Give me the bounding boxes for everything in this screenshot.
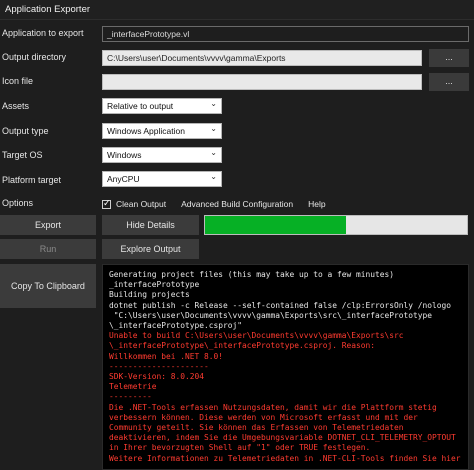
icon-file-browse-button[interactable]: ...: [429, 73, 469, 91]
output-type-label: Output type: [2, 126, 49, 136]
assets-label: Assets: [2, 101, 30, 111]
platform-target-select[interactable]: AnyCPU ⌄: [102, 171, 222, 187]
console-line: Weitere Informationen zu Telemetriedaten…: [109, 453, 461, 463]
console-line: dotnet publish -c Release --self-contain…: [109, 300, 452, 310]
chevron-down-icon: ⌄: [210, 99, 217, 108]
chevron-down-icon: ⌄: [210, 172, 217, 181]
console-line: deaktivieren, indem Sie die Umgebungsvar…: [109, 433, 456, 443]
progress-fill: [205, 216, 347, 234]
help-link[interactable]: Help: [308, 199, 325, 209]
assets-select-value: Relative to output: [107, 101, 174, 111]
console-line: Telemetrie: [109, 382, 157, 392]
output-type-select[interactable]: Windows Application ⌄: [102, 123, 222, 139]
chevron-down-icon: ⌄: [210, 148, 217, 157]
console-line: Generating project files (this may take …: [109, 270, 395, 279]
assets-select[interactable]: Relative to output ⌄: [102, 98, 222, 114]
console-line: SDK-Version: 8.0.204: [109, 372, 205, 382]
output-directory-field[interactable]: C:\Users\user\Documents\vvvv\gamma\Expor…: [102, 50, 422, 66]
console-line: Unable to build C:\Users\user\Documents\…: [109, 331, 404, 341]
console-line: \_interfacePrototype.csproj": [109, 321, 243, 331]
options-row: ✓ Clean Output Advanced Build Configurat…: [102, 197, 326, 211]
console-line: in Ihrer bevorzugten Shell auf "1" oder …: [109, 443, 371, 453]
output-directory-browse-button[interactable]: ...: [429, 49, 469, 67]
build-log-console[interactable]: Generating project files (this may take …: [102, 264, 469, 470]
application-to-export-field[interactable]: _interfacePrototype.vl: [102, 26, 469, 42]
console-line: Building projects: [109, 290, 190, 300]
console-line: _interfacePrototype: [109, 280, 200, 290]
platform-target-label: Platform target: [2, 175, 62, 185]
console-line: ---------------------: [109, 361, 209, 371]
run-button[interactable]: Run: [0, 239, 96, 259]
title-bar: Application Exporter: [0, 0, 474, 20]
icon-file-label: Icon file: [2, 76, 34, 86]
output-directory-label: Output directory: [2, 52, 67, 62]
target-os-select-value: Windows: [107, 150, 142, 160]
target-os-select[interactable]: Windows ⌄: [102, 147, 222, 163]
application-to-export-label: Application to export: [2, 28, 84, 38]
advanced-build-configuration-link[interactable]: Advanced Build Configuration: [181, 199, 293, 209]
window-title: Application Exporter: [5, 4, 91, 15]
console-line: "C:\Users\user\Documents\vvvv\gamma\Expo…: [109, 310, 433, 320]
clean-output-label[interactable]: Clean Output: [116, 199, 166, 209]
options-label: Options: [2, 198, 34, 208]
hide-details-button[interactable]: Hide Details: [102, 215, 199, 235]
copy-to-clipboard-button[interactable]: Copy To Clipboard: [0, 264, 96, 308]
console-line: Community geteilt. Sie können das Erfass…: [109, 423, 404, 433]
export-progress-bar: [204, 215, 468, 235]
target-os-label: Target OS: [2, 150, 43, 160]
icon-file-field[interactable]: [102, 74, 422, 90]
platform-target-select-value: AnyCPU: [107, 174, 140, 184]
explore-output-button[interactable]: Explore Output: [102, 239, 199, 259]
console-line: Willkommen bei .NET 8.0!: [109, 351, 224, 361]
output-type-select-value: Windows Application: [107, 126, 185, 136]
chevron-down-icon: ⌄: [210, 124, 217, 133]
console-line: \_interfacePrototype\_interfacePrototype…: [109, 341, 376, 351]
export-button[interactable]: Export: [0, 215, 96, 235]
console-line: verbessern können. Diese werden von Micr…: [109, 412, 418, 422]
checkmark-icon: ✓: [103, 197, 111, 208]
clean-output-checkbox[interactable]: ✓: [102, 197, 111, 209]
console-line: ---------: [109, 392, 152, 402]
console-line: Die .NET-Tools erfassen Nutzungsdaten, d…: [109, 402, 437, 412]
